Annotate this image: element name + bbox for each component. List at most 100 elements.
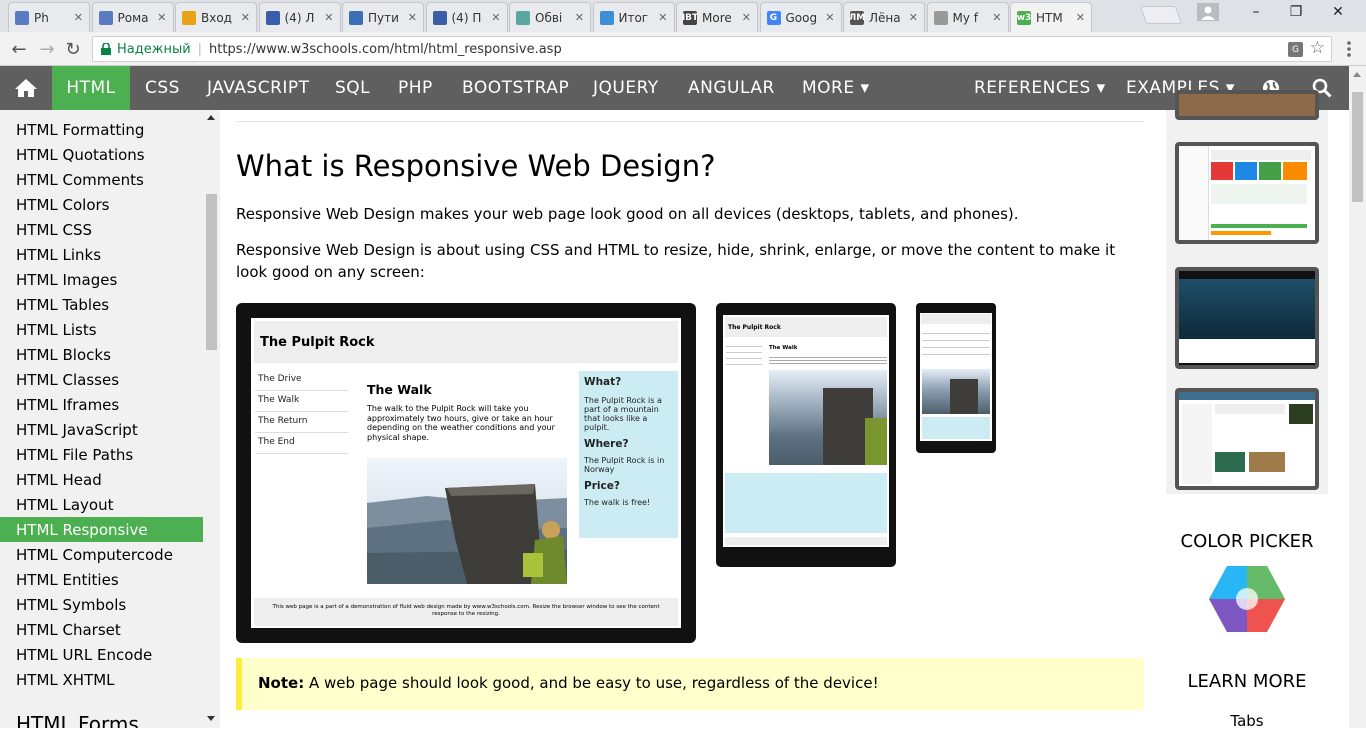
sidebar-scrollbar[interactable]	[203, 110, 220, 728]
nav-item-more[interactable]: MORE ▾	[802, 66, 870, 110]
template-thumbnail[interactable]	[1175, 142, 1319, 244]
demo-footer: This web page is a part of a demonstrati…	[254, 598, 678, 626]
mail-at-icon	[182, 10, 196, 25]
sidebar-item[interactable]: HTML Comments	[0, 167, 203, 192]
browser-tab[interactable]: IBT More ✕	[676, 2, 758, 32]
url-text[interactable]: https://www.w3schools.com/html/html_resp…	[209, 42, 562, 57]
page-scrollbar[interactable]	[1349, 66, 1366, 728]
browser-tab[interactable]: Вход ✕	[175, 2, 257, 32]
browser-tab[interactable]: w3 HTM ✕	[1010, 2, 1092, 32]
sidebar-item[interactable]: HTML Computercode	[0, 542, 203, 567]
bookmark-star-icon[interactable]: ☆	[1310, 38, 1325, 58]
close-tab-icon[interactable]: ✕	[742, 11, 751, 24]
profile-icon[interactable]	[1190, 0, 1226, 24]
close-tab-icon[interactable]: ✕	[74, 11, 83, 24]
close-tab-icon[interactable]: ✕	[1076, 11, 1085, 24]
minimize-button[interactable]: –	[1236, 0, 1276, 24]
translate-icon[interactable]: G	[1288, 42, 1303, 57]
phone-mockup	[916, 303, 996, 453]
sidebar-item[interactable]: HTML URL Encode	[0, 642, 203, 667]
close-tab-icon[interactable]: ✕	[241, 11, 250, 24]
address-bar[interactable]: Надежный | https://www.w3schools.com/htm…	[92, 36, 1332, 62]
close-tab-icon[interactable]: ✕	[575, 11, 584, 24]
close-tab-icon[interactable]: ✕	[992, 11, 1001, 24]
tab-title: Пути	[368, 10, 399, 25]
browser-tab[interactable]: ЛМ Лёна ✕	[843, 2, 925, 32]
scroll-down-arrow-icon[interactable]	[207, 716, 215, 721]
close-tab-icon[interactable]: ✕	[825, 11, 834, 24]
sidebar-item[interactable]: HTML Formatting	[0, 117, 203, 142]
nav-item-css[interactable]: CSS	[145, 66, 180, 110]
sidebar-item[interactable]: HTML Lists	[0, 317, 203, 342]
browser-tab[interactable]: Рома ✕	[91, 2, 174, 32]
browser-tab[interactable]: (4) П ✕	[425, 2, 508, 32]
pulpit-rock-photo	[367, 458, 567, 584]
sidebar-scroll-thumb[interactable]	[206, 194, 217, 350]
nav-item-angular[interactable]: ANGULAR	[688, 66, 775, 110]
nav-item-php[interactable]: PHP	[398, 66, 433, 110]
sidebar-item[interactable]: HTML Charset	[0, 617, 203, 642]
lm-icon: ЛМ	[848, 10, 866, 25]
tablet-photo	[769, 370, 887, 465]
close-tab-icon[interactable]: ✕	[408, 11, 417, 24]
sidebar-item[interactable]: HTML Responsive	[0, 517, 203, 542]
new-tab-button[interactable]	[1139, 6, 1183, 24]
template-thumbnail[interactable]	[1175, 267, 1319, 369]
sidebar-item[interactable]: HTML Symbols	[0, 592, 203, 617]
reload-button[interactable]: ↻	[62, 38, 84, 60]
color-picker-hexagon-icon[interactable]	[1207, 564, 1287, 634]
page-scroll-thumb[interactable]	[1352, 92, 1363, 202]
sidebar-item[interactable]: HTML JavaScript	[0, 417, 203, 442]
sidebar-item[interactable]: HTML Classes	[0, 367, 203, 392]
menu-icon[interactable]	[1346, 41, 1352, 57]
close-tab-icon[interactable]: ✕	[909, 11, 918, 24]
sidebar-item[interactable]: HTML Links	[0, 242, 203, 267]
browser-tab[interactable]: G Goog ✕	[759, 2, 842, 32]
browser-tab[interactable]: (4) Л ✕	[258, 2, 341, 32]
browser-tab[interactable]: My f ✕	[926, 2, 1009, 32]
browser-tab[interactable]: Обві ✕	[509, 2, 591, 32]
sidebar-item[interactable]: HTML Entities	[0, 567, 203, 592]
browser-tab[interactable]: Итог ✕	[592, 2, 675, 32]
nav-item-jquery[interactable]: JQUERY	[593, 66, 659, 110]
close-tab-icon[interactable]: ✕	[157, 11, 166, 24]
nav-item-sql[interactable]: SQL	[335, 66, 370, 110]
color-picker-heading[interactable]: COLOR PICKER	[1166, 531, 1328, 552]
browser-tab[interactable]: Пути ✕	[342, 2, 424, 32]
home-button[interactable]	[0, 66, 52, 110]
scroll-up-arrow-icon[interactable]	[1353, 72, 1361, 77]
nav-item-references[interactable]: REFERENCES ▾	[974, 66, 1106, 110]
back-button[interactable]: ←	[8, 38, 30, 60]
close-window-button[interactable]: ✕	[1318, 0, 1358, 24]
nav-item-javascript[interactable]: JAVASCRIPT	[207, 66, 310, 110]
demo-aside-text: The Pulpit Rock is a part of a mountain …	[584, 396, 662, 432]
demo-aside-heading: What?	[584, 376, 622, 388]
sidebar-item[interactable]: HTML XHTML	[0, 667, 203, 692]
sidebar-item[interactable]: HTML Tables	[0, 292, 203, 317]
nav-item-html[interactable]: HTML	[52, 66, 130, 110]
sidebar-item[interactable]: HTML Layout	[0, 492, 203, 517]
learn-more-link-tabs[interactable]: Tabs	[1166, 712, 1328, 730]
template-thumbnail[interactable]	[1175, 90, 1319, 120]
nav-item-bootstrap[interactable]: BOOTSTRAP	[462, 66, 569, 110]
maximize-button[interactable]: ❐	[1276, 0, 1316, 24]
scroll-up-arrow-icon[interactable]	[207, 115, 215, 120]
divider	[236, 121, 1144, 122]
phone-header	[921, 314, 991, 324]
sidebar-item[interactable]: HTML File Paths	[0, 442, 203, 467]
sidebar-item[interactable]: HTML Head	[0, 467, 203, 492]
sidebar-item[interactable]: HTML Blocks	[0, 342, 203, 367]
demo-menu-item: The Return	[255, 412, 348, 433]
template-thumbnail[interactable]	[1175, 388, 1319, 490]
forward-button[interactable]: →	[36, 38, 58, 60]
browser-tab[interactable]: Ph ✕	[8, 2, 90, 32]
sidebar-item[interactable]: HTML Images	[0, 267, 203, 292]
sidebar-item[interactable]: HTML CSS	[0, 217, 203, 242]
close-tab-icon[interactable]: ✕	[658, 11, 667, 24]
tablet-walk-heading: The Walk	[769, 345, 798, 351]
close-tab-icon[interactable]: ✕	[491, 11, 500, 24]
close-tab-icon[interactable]: ✕	[324, 11, 333, 24]
sidebar-item[interactable]: HTML Quotations	[0, 142, 203, 167]
sidebar-item[interactable]: HTML Colors	[0, 192, 203, 217]
sidebar-item[interactable]: HTML Iframes	[0, 392, 203, 417]
